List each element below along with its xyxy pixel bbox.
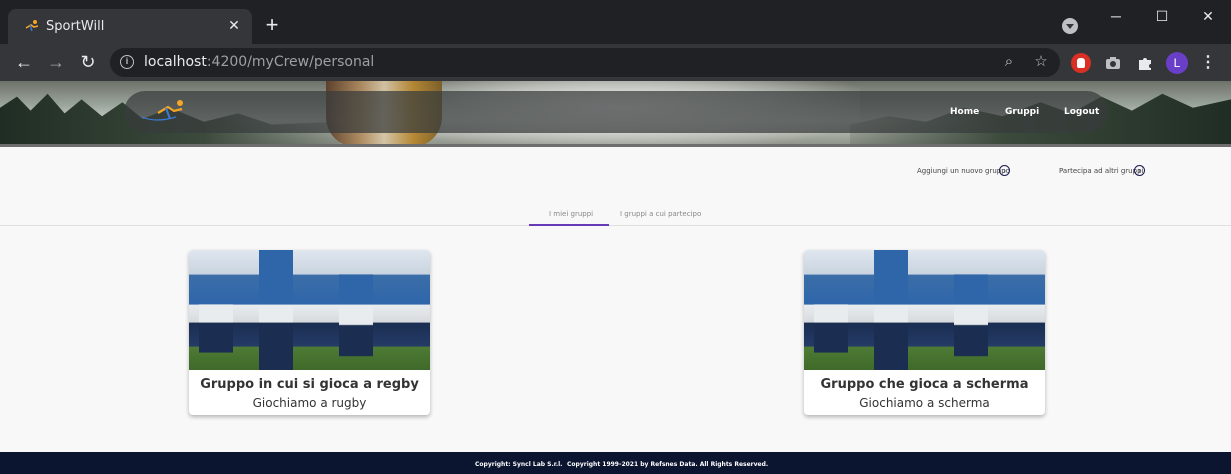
- join-group-link[interactable]: Partecipa ad altri gruppi: [1059, 167, 1143, 175]
- back-icon[interactable]: ←: [12, 50, 36, 74]
- web-page: Home Gruppi Logout Aggiungi un nuovo gru…: [0, 81, 1231, 474]
- forward-icon[interactable]: →: [44, 50, 68, 74]
- rugby-player: [954, 250, 988, 370]
- star-icon[interactable]: ☆: [1032, 53, 1050, 71]
- groups-tabbar: I miei gruppi I gruppi a cui partecipo: [0, 202, 1231, 226]
- header-banner: Home Gruppi Logout: [0, 81, 1231, 147]
- maximize-icon[interactable]: ☐: [1150, 6, 1174, 26]
- site-footer: Copyright: Syncl Lab S.r.l. Copyright 19…: [0, 452, 1231, 474]
- url-path: :4200/myCrew/personal: [206, 54, 375, 70]
- stop-extension-icon[interactable]: [1071, 53, 1091, 73]
- group-card-subtitle: Giochiamo a rugby: [252, 396, 367, 410]
- puzzle-icon[interactable]: [1135, 53, 1155, 73]
- rugby-player: [814, 250, 848, 370]
- rugby-player: [874, 250, 908, 370]
- group-card-title: Gruppo che gioca a scherma: [820, 377, 1029, 392]
- tab-search-icon[interactable]: [1062, 18, 1078, 34]
- footer-copyright-company: Copyright: Syncl Lab S.r.l.: [475, 461, 563, 468]
- nav-link-logout[interactable]: Logout: [1064, 107, 1099, 117]
- address-bar[interactable]: i localhost:4200/myCrew/personal ⌕ ☆: [110, 48, 1060, 77]
- rugby-player: [339, 250, 373, 370]
- new-tab-icon[interactable]: +: [262, 14, 282, 36]
- window-close-icon[interactable]: ✕: [1196, 6, 1220, 26]
- rugby-player: [259, 250, 293, 370]
- menu-icon[interactable]: ⋮: [1200, 54, 1216, 72]
- rugby-player: [199, 250, 233, 370]
- url-host: localhost: [144, 54, 207, 70]
- group-card-image: [804, 250, 1045, 370]
- browser-toolbar: ← → ↻ i localhost:4200/myCrew/personal ⌕…: [0, 44, 1231, 81]
- group-card[interactable]: Gruppo in cui si gioca a regby Giochiamo…: [189, 250, 430, 415]
- group-card[interactable]: Gruppo che gioca a scherma Giochiamo a s…: [804, 250, 1045, 415]
- info-icon[interactable]: i: [120, 55, 134, 69]
- add-group-link[interactable]: Aggiungi un nuovo gruppo: [917, 167, 1010, 175]
- join-group-arrow-icon[interactable]: ›: [1134, 165, 1145, 176]
- active-tab-indicator: [529, 224, 609, 226]
- group-card-title: Gruppo in cui si gioca a regby: [200, 377, 419, 392]
- reload-icon[interactable]: ↻: [76, 50, 100, 74]
- minimize-icon[interactable]: ─: [1104, 6, 1128, 26]
- banner-bottom-shadow: [0, 144, 1231, 147]
- group-card-subtitle: Giochiamo a scherma: [859, 396, 990, 410]
- tab-close-icon[interactable]: ✕: [226, 17, 242, 33]
- tab-title: SportWill: [46, 19, 105, 34]
- site-navbar: Home Gruppi Logout: [124, 91, 1108, 133]
- footer-copyright-notice: Copyright 1999-2021 by Refsnes Data. All…: [567, 461, 769, 468]
- profile-avatar[interactable]: L: [1166, 52, 1188, 74]
- sportwill-favicon-icon: [25, 20, 39, 32]
- browser-tab[interactable]: SportWill ✕: [8, 9, 252, 44]
- group-card-image: [189, 250, 430, 370]
- zoom-icon[interactable]: ⌕: [1000, 53, 1018, 71]
- sportwill-logo-icon[interactable]: [136, 97, 188, 127]
- browser-tabbar: SportWill ✕ + ─ ☐ ✕: [0, 0, 1231, 44]
- url-text[interactable]: localhost:4200/myCrew/personal: [144, 54, 374, 70]
- tab-joined-groups[interactable]: I gruppi a cui partecipo: [620, 210, 701, 218]
- tab-my-groups[interactable]: I miei gruppi: [549, 210, 593, 218]
- nav-link-gruppi[interactable]: Gruppi: [1005, 107, 1039, 117]
- add-group-arrow-icon[interactable]: ›: [999, 165, 1010, 176]
- camera-extension-icon[interactable]: [1103, 53, 1123, 73]
- nav-link-home[interactable]: Home: [950, 107, 979, 117]
